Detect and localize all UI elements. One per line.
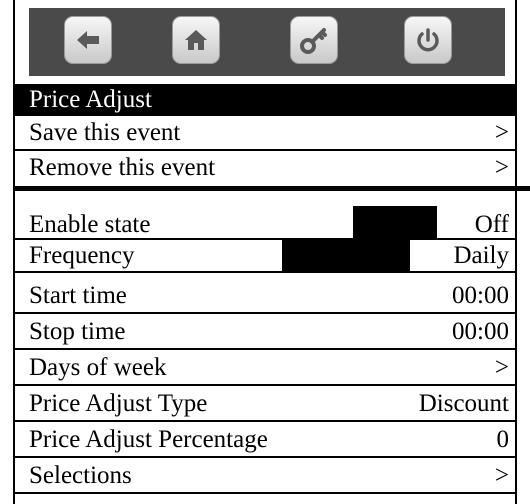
- divider: [15, 149, 515, 151]
- chevron-right-icon: >: [494, 462, 509, 489]
- frequency-highlight: [282, 240, 410, 271]
- start-time-value: 00:00: [452, 282, 509, 309]
- toolbar: [29, 8, 505, 76]
- key-icon: [300, 28, 327, 54]
- start-time-row[interactable]: Start time 00:00: [15, 280, 515, 312]
- enable-state-label: Enable state: [29, 211, 151, 238]
- chevron-right-icon: >: [494, 119, 509, 146]
- divider: [15, 420, 515, 422]
- divider: [15, 348, 515, 350]
- frequency-row[interactable]: Frequency Daily: [15, 240, 515, 272]
- page-title: Price Adjust: [29, 86, 152, 113]
- price-adjust-type-value: Discount: [418, 390, 509, 417]
- divider: [15, 271, 515, 273]
- days-of-week-row[interactable]: Days of week >: [15, 352, 515, 384]
- back-button[interactable]: [64, 16, 112, 64]
- home-button[interactable]: [172, 16, 220, 64]
- stop-time-label: Stop time: [29, 318, 126, 345]
- stop-time-row[interactable]: Stop time 00:00: [15, 316, 515, 348]
- separator-extension: [13, 186, 530, 191]
- home-icon: [185, 30, 207, 50]
- price-adjust-type-row[interactable]: Price Adjust Type Discount: [15, 388, 515, 420]
- frequency-value: Daily: [453, 242, 509, 269]
- divider: [15, 492, 515, 494]
- selections-row[interactable]: Selections >: [15, 460, 515, 492]
- key-button[interactable]: [290, 16, 338, 64]
- enable-state-value: Off: [474, 211, 509, 238]
- frequency-label: Frequency: [29, 242, 135, 269]
- save-event-label: Save this event: [29, 119, 181, 146]
- remove-event-label: Remove this event: [29, 154, 216, 181]
- start-time-label: Start time: [29, 282, 127, 309]
- enable-state-highlight: [353, 206, 437, 238]
- enable-state-row[interactable]: Enable state Off: [15, 209, 515, 241]
- selections-label: Selections: [29, 462, 132, 489]
- power-button[interactable]: [404, 16, 452, 64]
- divider: [15, 384, 515, 386]
- power-icon: [417, 28, 439, 52]
- price-adjust-percentage-label: Price Adjust Percentage: [29, 426, 268, 453]
- save-event-row[interactable]: Save this event >: [15, 117, 515, 149]
- divider: [15, 312, 515, 314]
- price-adjust-type-label: Price Adjust Type: [29, 390, 208, 417]
- price-adjust-panel: Price Adjust Save this event > Remove th…: [13, 0, 517, 504]
- back-arrow-icon: [77, 31, 99, 49]
- stop-time-value: 00:00: [452, 318, 509, 345]
- price-adjust-percentage-row[interactable]: Price Adjust Percentage 0: [15, 424, 515, 456]
- price-adjust-percentage-value: 0: [496, 426, 510, 453]
- chevron-right-icon: >: [494, 154, 509, 181]
- chevron-right-icon: >: [494, 354, 509, 381]
- divider: [15, 456, 515, 458]
- page-title-bar: Price Adjust: [15, 84, 515, 116]
- days-of-week-label: Days of week: [29, 354, 167, 381]
- remove-event-row[interactable]: Remove this event >: [15, 152, 515, 184]
